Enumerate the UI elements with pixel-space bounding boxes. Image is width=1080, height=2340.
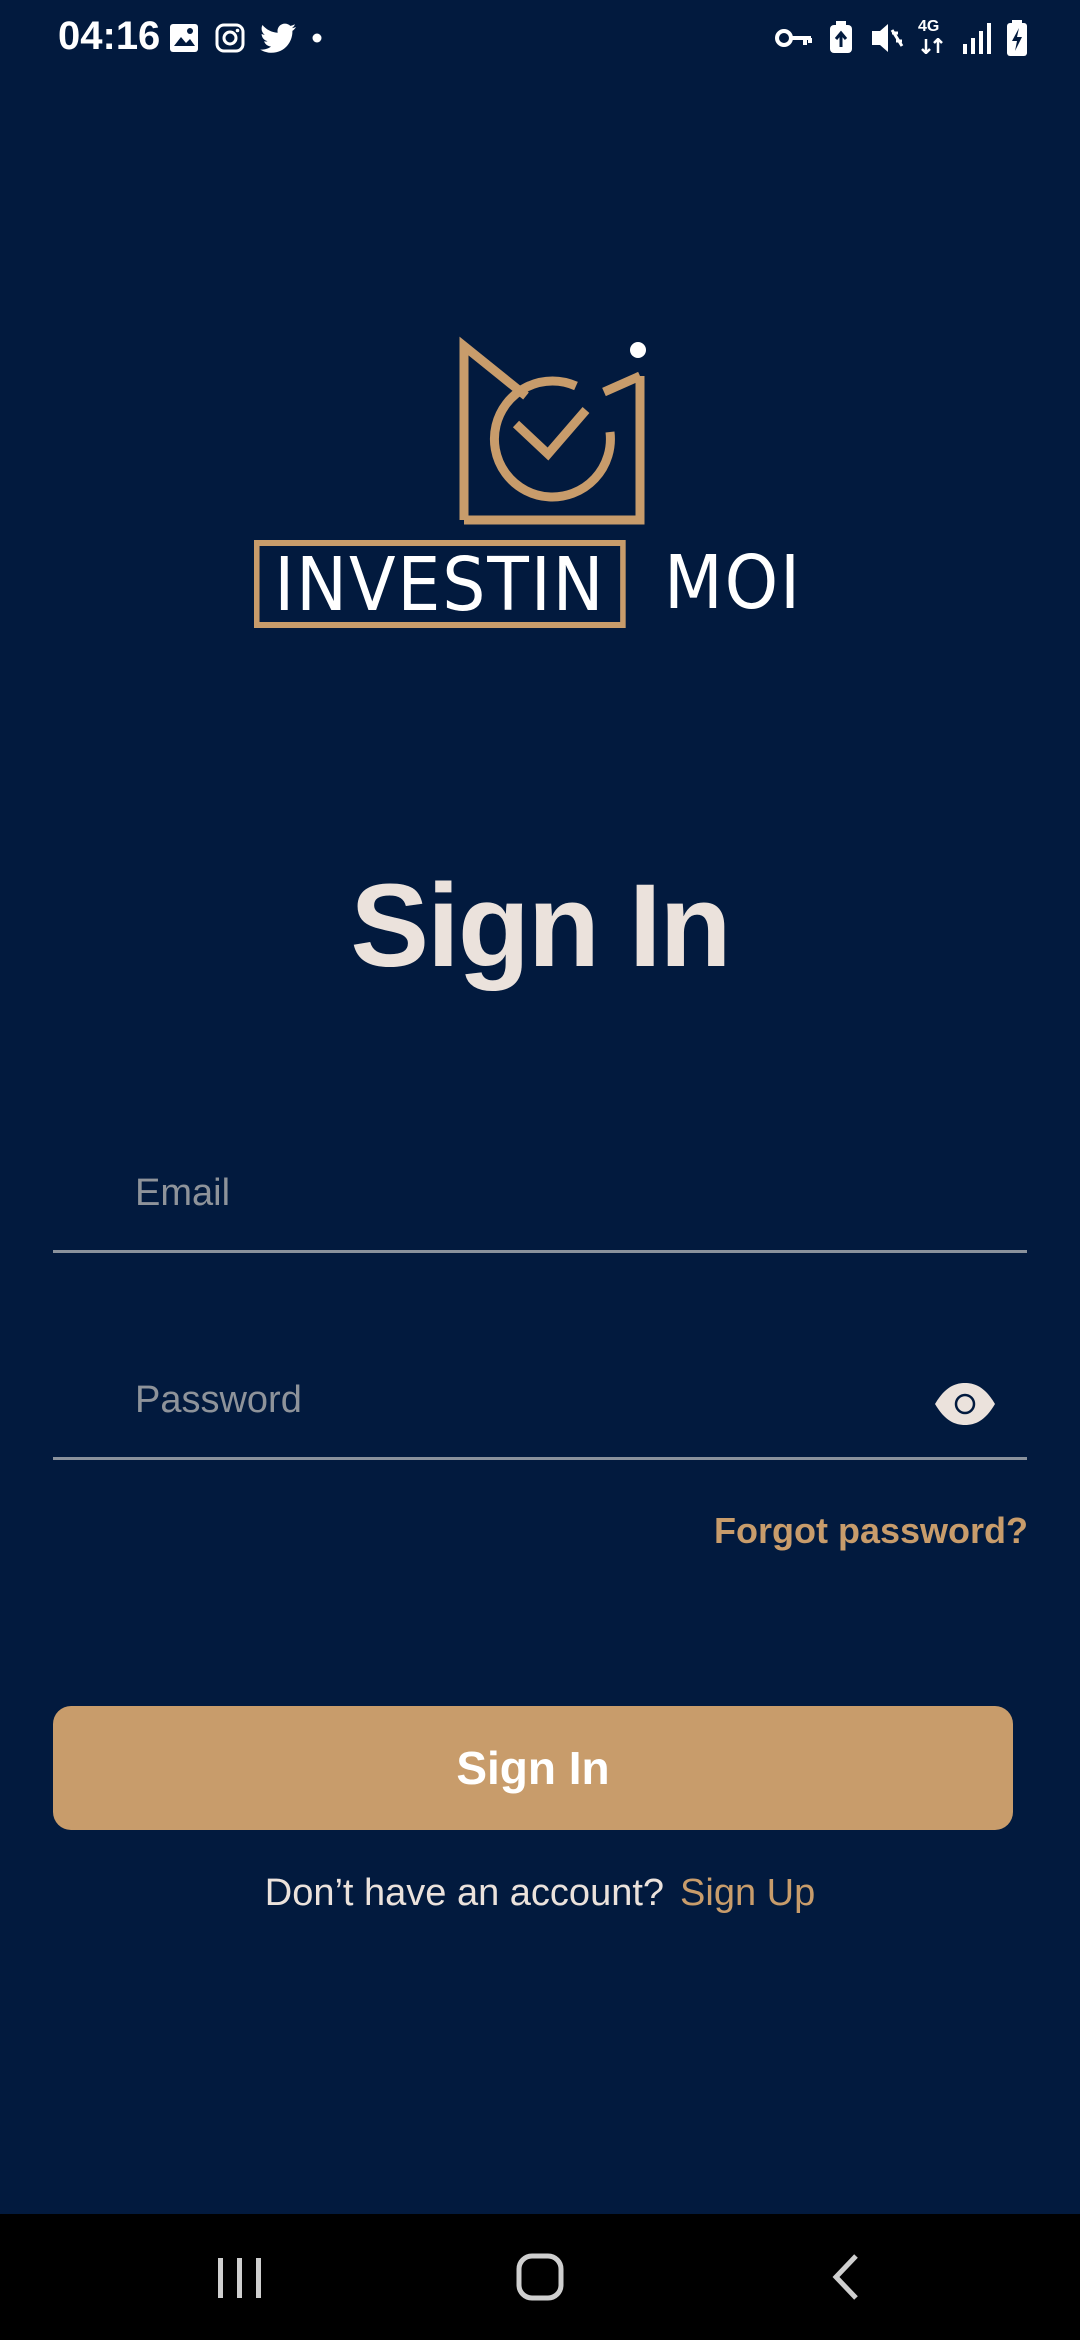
- logo-plain-word: MOI: [664, 540, 802, 626]
- battery-charging-icon: [1007, 20, 1027, 56]
- logo-boxed-word: INVESTIN: [254, 540, 626, 628]
- twitter-icon: [260, 23, 296, 53]
- dot-icon: [312, 33, 322, 43]
- system-nav-bar: [0, 2214, 1080, 2340]
- sign-up-row: Don’t have an account? Sign Up: [0, 1872, 1080, 1915]
- gallery-icon: [170, 24, 198, 52]
- status-bar: 04:16 4G: [0, 0, 1080, 84]
- email-field[interactable]: [53, 1140, 1027, 1253]
- status-notification-icons: [168, 22, 324, 54]
- investinmoi-logo: INVESTIN MOI: [250, 336, 840, 642]
- status-time: 04:16: [58, 14, 161, 58]
- password-field[interactable]: [53, 1347, 1027, 1460]
- network-4g-icon: 4G: [918, 18, 948, 56]
- back-icon[interactable]: [806, 2244, 886, 2310]
- sign-up-link[interactable]: Sign Up: [680, 1872, 815, 1914]
- logo-emblem-icon: [459, 336, 646, 525]
- instagram-icon: [215, 23, 245, 53]
- status-system-icons: 4G: [774, 18, 1028, 56]
- email-input[interactable]: [133, 1162, 897, 1224]
- vpn-key-icon: [775, 29, 812, 47]
- forgot-password-link[interactable]: Forgot password?: [714, 1510, 1028, 1552]
- recents-icon[interactable]: [200, 2244, 280, 2310]
- vibrate-icon: [872, 24, 904, 52]
- home-icon[interactable]: [500, 2244, 580, 2310]
- page-title: Sign In: [350, 860, 731, 992]
- sign-up-prompt: Don’t have an account?: [264, 1872, 665, 1914]
- show-password-eye-icon[interactable]: [933, 1381, 997, 1427]
- data-saver-icon: [830, 21, 852, 53]
- signal-icon: [963, 23, 991, 54]
- password-input[interactable]: [133, 1369, 897, 1431]
- network-type-label: 4G: [918, 18, 940, 35]
- sign-in-button[interactable]: Sign In: [53, 1706, 1013, 1830]
